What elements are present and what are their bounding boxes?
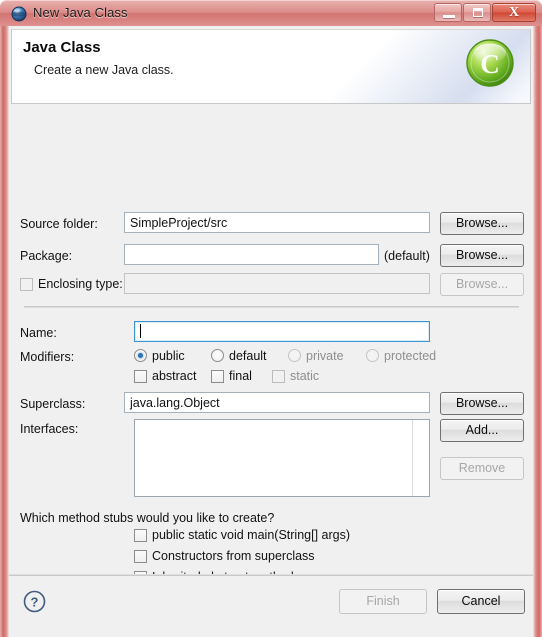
- stub-checkbox-constructors[interactable]: [134, 550, 147, 563]
- page-title: Java Class: [23, 39, 101, 56]
- java-sphere-icon: [11, 6, 27, 22]
- minimize-button[interactable]: [434, 3, 462, 22]
- superclass-label: Superclass:: [20, 397, 86, 411]
- enclosing-type-input: [124, 273, 430, 294]
- enclosing-type-label: Enclosing type:: [38, 277, 123, 291]
- modifier-checkbox-static-label: static: [290, 369, 320, 383]
- interfaces-remove-button: Remove: [440, 457, 524, 480]
- name-label: Name:: [20, 326, 57, 340]
- close-button[interactable]: X: [492, 3, 536, 22]
- stub-checkbox-constructors-label: Constructors from superclass: [152, 549, 315, 563]
- stub-checkbox-main-method-label: public static void main(String[] args): [152, 528, 350, 542]
- superclass-browse-button[interactable]: Browse...: [440, 392, 524, 415]
- window-title: New Java Class: [33, 5, 128, 20]
- modifier-radio-public[interactable]: [134, 349, 147, 362]
- svg-text:?: ?: [31, 595, 39, 610]
- interfaces-scrollbar[interactable]: [412, 420, 429, 496]
- method-stubs-question: Which method stubs would you like to cre…: [20, 511, 275, 525]
- modifier-radio-private-label: private: [306, 349, 344, 363]
- page-description: Create a new Java class.: [34, 63, 174, 77]
- modifier-checkbox-final-label: final: [229, 369, 252, 383]
- enclosing-type-checkbox[interactable]: [20, 278, 33, 291]
- modifier-radio-private: [288, 349, 301, 362]
- source-folder-input[interactable]: SimpleProject/src: [124, 212, 430, 233]
- modifier-radio-protected: [366, 349, 379, 362]
- stub-checkbox-main-method[interactable]: [134, 529, 147, 542]
- text-caret: [140, 324, 141, 338]
- java-class-badge-icon: C: [463, 36, 517, 90]
- close-icon: X: [508, 5, 520, 20]
- interfaces-add-button[interactable]: Add...: [440, 419, 524, 442]
- title-bar[interactable]: New Java Class X: [0, 0, 542, 26]
- package-label: Package:: [20, 249, 73, 263]
- modifier-radio-protected-label: protected: [384, 349, 437, 363]
- modifier-checkbox-final[interactable]: [211, 370, 224, 383]
- new-java-class-dialog: New Java Class X Java Class Create a new…: [0, 0, 542, 637]
- superclass-input[interactable]: java.lang.Object: [124, 392, 430, 413]
- help-icon[interactable]: ?: [23, 590, 46, 613]
- enclosing-type-browse-button: Browse...: [440, 273, 524, 296]
- minimize-icon: [443, 15, 455, 18]
- name-input[interactable]: [134, 321, 430, 342]
- interfaces-label: Interfaces:: [20, 422, 79, 436]
- modifier-checkbox-abstract[interactable]: [134, 370, 147, 383]
- svg-text:C: C: [480, 49, 500, 79]
- dialog-header: Java Class Create a new Java class. C: [11, 29, 531, 104]
- section-separator: [24, 306, 519, 308]
- modifier-checkbox-static: [272, 370, 285, 383]
- source-folder-label: Source folder:: [20, 217, 98, 231]
- dialog-body: Source folder: SimpleProject/src Browse.…: [9, 104, 533, 626]
- modifiers-label: Modifiers:: [20, 350, 75, 364]
- package-browse-button[interactable]: Browse...: [440, 244, 524, 267]
- source-folder-browse-button[interactable]: Browse...: [440, 212, 524, 235]
- package-input[interactable]: [124, 244, 379, 265]
- modifier-radio-public-label: public: [152, 349, 185, 363]
- modifier-radio-default[interactable]: [211, 349, 224, 362]
- dialog-client-area: Java Class Create a new Java class. C So…: [9, 26, 533, 637]
- finish-button: Finish: [339, 589, 427, 614]
- maximize-button[interactable]: [463, 3, 491, 22]
- modifier-checkbox-abstract-label: abstract: [152, 369, 197, 383]
- interfaces-listbox[interactable]: [134, 419, 430, 497]
- dialog-footer: ? Finish Cancel: [9, 574, 533, 633]
- cancel-button[interactable]: Cancel: [437, 589, 525, 614]
- modifier-radio-default-label: default: [229, 349, 267, 363]
- window-controls: X: [434, 3, 536, 22]
- maximize-icon: [473, 8, 483, 17]
- package-default-hint: (default): [384, 249, 430, 263]
